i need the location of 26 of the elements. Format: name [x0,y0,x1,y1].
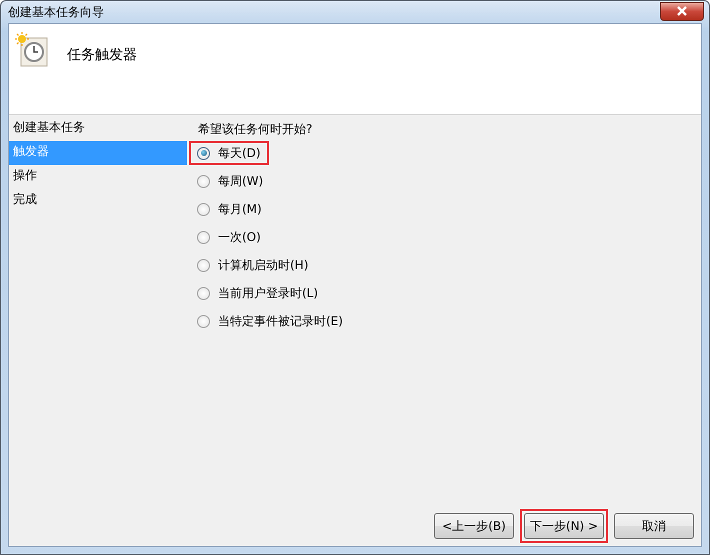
option-label[interactable]: 一次(O) [218,228,261,246]
close-button[interactable] [660,2,704,20]
close-icon [676,6,688,16]
wizard-button[interactable]: 下一步(N) > [524,513,604,539]
radio-button[interactable] [197,314,210,328]
clock-icon [15,32,49,68]
wizard-button[interactable]: <上一步(B) [434,513,514,539]
wizard-button[interactable]: 取消 [614,513,694,539]
radio-button[interactable] [197,258,210,272]
option-label[interactable]: 每月(M) [218,200,262,218]
option-label[interactable]: 每周(W) [218,172,264,190]
radio-button[interactable] [197,230,210,244]
radio-button[interactable] [197,174,210,188]
window-title: 创建基本任务向导 [8,4,104,20]
option-label[interactable]: 当前用户登录时(L) [218,284,318,302]
sidebar-item[interactable]: 创建基本任务 [9,117,187,141]
sidebar-item[interactable]: 操作 [9,165,187,189]
radio-button[interactable] [197,202,210,216]
sidebar-item[interactable]: 完成 [9,189,187,213]
option-label[interactable]: 当特定事件被记录时(E) [218,312,343,330]
radio-button[interactable] [197,286,210,300]
question-text: 希望该任务何时开始? [198,121,314,138]
header-title: 任务触发器 [67,46,137,64]
option-label[interactable]: 每天(D) [218,144,261,162]
option-label[interactable]: 计算机启动时(H) [218,256,308,274]
radio-button[interactable] [197,146,210,160]
